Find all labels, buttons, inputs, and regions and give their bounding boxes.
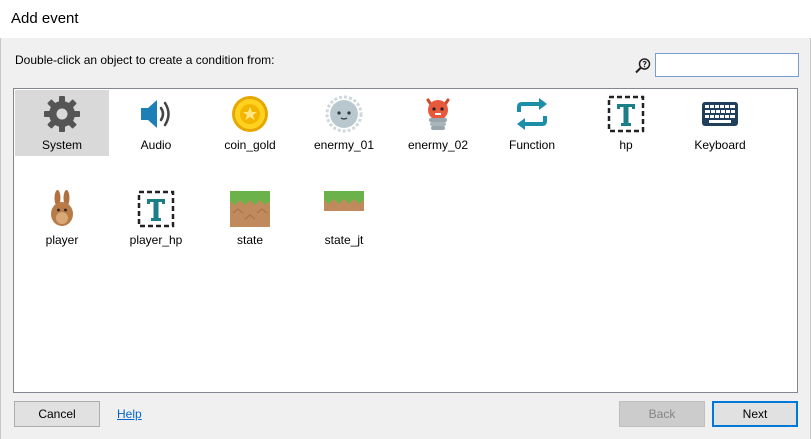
object-item-keyboard[interactable]: Keyboard <box>673 90 767 156</box>
object-label: state <box>236 233 263 247</box>
enemy-robot-icon <box>418 94 458 134</box>
object-label: hp <box>619 138 633 152</box>
object-item-system[interactable]: System <box>15 90 109 156</box>
object-item-state-jt[interactable]: state_jt <box>297 185 391 251</box>
object-label: Function <box>508 138 556 152</box>
next-button[interactable]: Next <box>712 401 798 427</box>
gear-icon <box>42 94 82 134</box>
object-item-enermy-01[interactable]: enermy_01 <box>297 90 391 156</box>
object-item-player-hp[interactable]: player_hp <box>109 185 203 251</box>
object-label: coin_gold <box>224 138 276 152</box>
object-item-function[interactable]: Function <box>485 90 579 156</box>
function-arrows-icon <box>512 94 552 134</box>
speaker-icon <box>136 94 176 134</box>
object-list[interactable]: System Audio coin_gold enermy_01 enermy_… <box>13 88 798 393</box>
back-button[interactable]: Back <box>619 401 705 427</box>
cancel-button[interactable]: Cancel <box>14 401 100 427</box>
search-icon <box>634 57 652 75</box>
object-item-coin-gold[interactable]: coin_gold <box>203 90 297 156</box>
bunny-icon <box>42 189 82 229</box>
object-item-audio[interactable]: Audio <box>109 90 203 156</box>
keyboard-icon <box>700 94 740 134</box>
object-label: Keyboard <box>694 138 746 152</box>
help-link[interactable]: Help <box>117 407 142 421</box>
instruction-text: Double-click an object to create a condi… <box>15 53 275 67</box>
window-title: Add event <box>11 10 79 27</box>
object-item-hp[interactable]: hp <box>579 90 673 156</box>
coin-icon <box>230 94 270 134</box>
object-label: Audio <box>140 138 172 152</box>
object-label: player <box>45 233 79 247</box>
grass-tile-icon <box>230 189 270 229</box>
object-item-state[interactable]: state <box>203 185 297 251</box>
text-object-icon <box>606 94 646 134</box>
search-input[interactable] <box>655 53 799 77</box>
object-label: state_jt <box>324 233 364 247</box>
object-label: System <box>41 138 82 152</box>
grass-strip-icon <box>324 189 364 229</box>
enemy-ghost-icon <box>324 94 364 134</box>
text-object-icon <box>136 189 176 229</box>
object-label: player_hp <box>129 233 183 247</box>
object-label: enermy_01 <box>313 138 375 152</box>
object-item-player[interactable]: player <box>15 185 109 251</box>
title-bar: Add event <box>0 0 811 38</box>
object-label: enermy_02 <box>407 138 469 152</box>
object-item-enermy-02[interactable]: enermy_02 <box>391 90 485 156</box>
